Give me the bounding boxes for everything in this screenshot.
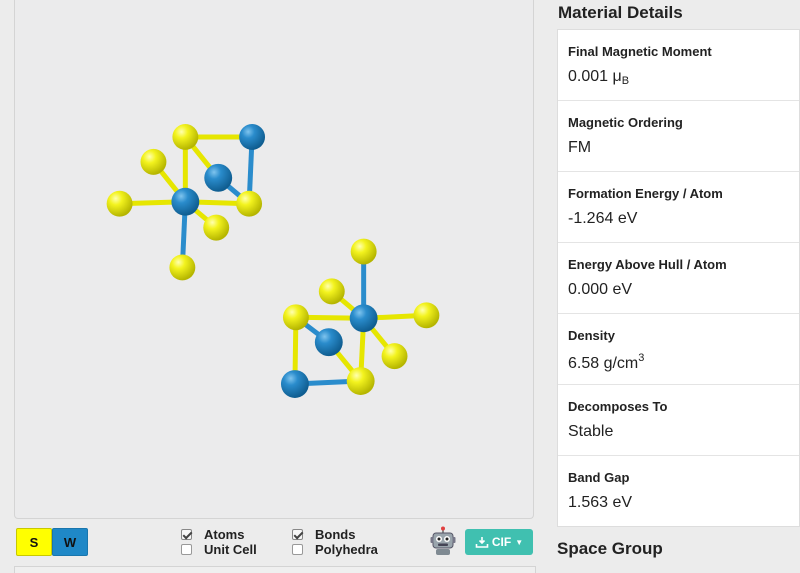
- polyhedra-checkbox[interactable]: [292, 544, 303, 555]
- polyhedra-toggle[interactable]: Polyhedra: [292, 542, 378, 557]
- robot-icon[interactable]: [430, 526, 456, 556]
- crystal-structure-canvas[interactable]: [15, 0, 533, 518]
- detail-label: Magnetic Ordering: [568, 115, 683, 130]
- next-panel-edge: [14, 566, 536, 573]
- bonds-label: Bonds: [315, 527, 356, 542]
- detail-formation-energy: Formation Energy / Atom -1.264 eV: [558, 172, 799, 243]
- detail-label: Density: [568, 328, 615, 343]
- detail-value: FM: [568, 139, 592, 156]
- legend-tungsten: W: [52, 528, 88, 556]
- bonds-checkbox[interactable]: [292, 529, 303, 540]
- detail-band-gap: Band Gap 1.563 eV: [558, 456, 799, 526]
- detail-value: -1.264 eV: [568, 210, 638, 227]
- material-details-title: Material Details: [558, 3, 683, 22]
- detail-magnetic-ordering: Magnetic Ordering FM: [558, 101, 799, 172]
- unit-cell-label: Unit Cell: [204, 542, 257, 557]
- atoms-checkbox[interactable]: [181, 529, 192, 540]
- atoms-toggle[interactable]: Atoms: [181, 527, 244, 542]
- space-group-title: Space Group: [557, 539, 663, 558]
- polyhedra-label: Polyhedra: [315, 542, 378, 557]
- detail-label: Formation Energy / Atom: [568, 186, 723, 201]
- detail-energy-above-hull: Energy Above Hull / Atom 0.000 eV: [558, 243, 799, 314]
- structure-viewer[interactable]: [14, 0, 534, 519]
- detail-density: Density 6.58 g/cm3: [558, 314, 799, 385]
- chevron-down-icon: ▼: [515, 537, 524, 547]
- detail-label: Energy Above Hull / Atom: [568, 257, 727, 272]
- download-icon: [475, 537, 489, 548]
- detail-final-magnetic-moment: Final Magnetic Moment 0.001 μB: [558, 30, 799, 101]
- detail-label: Decomposes To: [568, 399, 668, 414]
- detail-value: 0.001 μB: [568, 68, 630, 87]
- viewer-controls: S W Atoms Unit Cell Bonds Polyhedra CIF: [14, 522, 536, 562]
- cluster-lower: [280, 238, 440, 398]
- unit-cell-toggle[interactable]: Unit Cell: [181, 542, 257, 557]
- detail-label: Final Magnetic Moment: [568, 44, 712, 59]
- bonds-toggle[interactable]: Bonds: [292, 527, 355, 542]
- atoms-label: Atoms: [204, 527, 245, 542]
- material-details-card: Final Magnetic Moment 0.001 μB Magnetic …: [557, 29, 800, 527]
- detail-decomposes-to: Decomposes To Stable: [558, 385, 799, 456]
- unit-cell-checkbox[interactable]: [181, 544, 192, 555]
- detail-value: 0.000 eV: [568, 281, 633, 298]
- legend-sulfur: S: [16, 528, 52, 556]
- detail-value: 6.58 g/cm3: [568, 352, 645, 372]
- download-cif-button[interactable]: CIF ▼: [465, 529, 533, 555]
- material-details-panel: Material Details Final Magnetic Moment 0…: [557, 0, 800, 527]
- detail-value: Stable: [568, 423, 614, 440]
- cluster-upper: [106, 124, 266, 281]
- detail-value: 1.563 eV: [568, 494, 633, 511]
- detail-label: Band Gap: [568, 470, 630, 485]
- download-cif-label: CIF: [491, 535, 512, 549]
